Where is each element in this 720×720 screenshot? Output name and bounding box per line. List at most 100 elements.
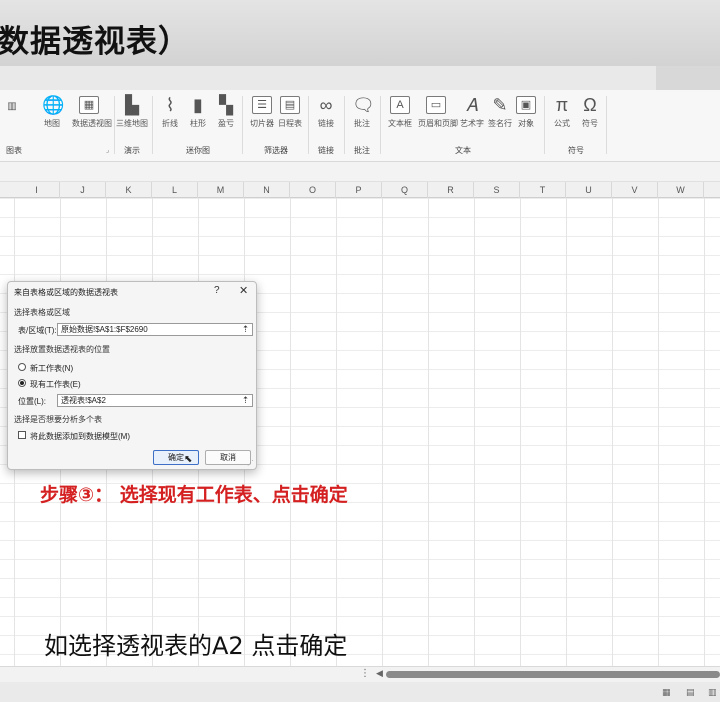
ribbon-comment-label: 批注 [354,119,370,128]
resize-grip-icon[interactable]: ⋰ [247,459,254,467]
normal-view-icon[interactable]: ▦ [662,687,671,698]
ribbon-separator [114,96,115,154]
ribbon-group-charts: 图表 [6,146,22,155]
column-header[interactable]: I [14,182,60,198]
collapse-range-icon[interactable]: ⇡ [239,324,252,335]
header-footer-icon: ▭ [426,96,446,114]
ribbon-separator [344,96,345,154]
range-input[interactable]: 原始数据!$A$1:$F$2690 ⇡ [57,323,253,336]
ribbon-separator [380,96,381,154]
cancel-button[interactable]: 取消 [205,450,251,465]
mouse-pointer-icon: ⬉ [184,454,193,465]
column-header[interactable]: T [520,182,566,198]
ribbon-group-symbols: 符号 [568,146,584,155]
status-bar: ▦ ▤ ▥ [0,682,720,702]
object-icon: ▣ [516,96,536,114]
ribbon-header-footer-label: 页眉和页脚 [418,119,458,128]
column-header[interactable]: P [336,182,382,198]
ribbon-map-label: 地图 [44,119,60,128]
dialog-launcher-icon[interactable]: ⌟ [106,146,109,154]
ribbon-comment-button[interactable]: 🗨 批注 [346,96,378,129]
ribbon-separator [544,96,545,154]
ribbon-link-button[interactable]: ∞ 链接 [310,96,342,129]
video-subtitle: 如选择透视表的A2 点击确定 [44,632,348,660]
sparkline-line-icon: ⌇ [165,95,175,115]
column-headers: I J K L M N O P Q R S T U V W [0,182,720,198]
ribbon-pivot-chart-label: 数据透视图 [72,119,112,128]
range-input-value: 原始数据!$A$1:$F$2690 [61,325,148,334]
column-header[interactable]: R [428,182,474,198]
link-icon: ∞ [319,95,333,115]
ribbon-group-sparklines: 迷你图 [186,146,210,155]
sparkline-column-icon: ▮ [193,95,203,115]
formula-bar-area [0,162,720,182]
section-multi-heading: 选择是否想要分析多个表 [14,415,102,424]
ribbon-pivot-chart-button[interactable]: ▦ 数据透视图 [72,96,112,129]
horizontal-scrollbar[interactable] [386,671,720,678]
map-icon: 🌐 [42,95,65,115]
more-options-icon[interactable]: ⋮ [360,667,370,681]
column-header[interactable]: O [290,182,336,198]
page-break-view-icon[interactable]: ▥ [708,687,717,698]
ribbon-textbox-button[interactable]: A 文本框 [384,96,416,129]
chart-type-icon: ▥ [7,101,17,112]
ribbon-separator [606,96,607,154]
ribbon-link-label: 链接 [318,119,334,128]
existing-worksheet-label[interactable]: 现有工作表(E) [30,379,81,390]
dialog-title: 来自表格或区域的数据透视表 [14,288,118,297]
column-header[interactable]: J [60,182,106,198]
ribbon-group-links: 链接 [318,146,334,155]
help-icon[interactable]: ? [214,285,220,296]
ribbon-object-label: 对象 [518,119,534,128]
collapse-location-icon[interactable]: ⇡ [239,395,252,406]
data-model-checkbox[interactable] [18,431,26,439]
location-input[interactable]: 透视表!$A$2 ⇡ [57,394,253,407]
title-strip-right [656,66,720,90]
column-header[interactable]: U [566,182,612,198]
column-header[interactable]: Q [382,182,428,198]
ribbon-timeline-label: 日程表 [278,119,302,128]
ribbon: ▥ 🌐 地图 ▦ 数据透视图 图表 ⌟ ▙ 三维地图 演示 ⌇ 折线 ▮ 柱形 … [0,90,720,162]
pivot-table-dialog: 来自表格或区域的数据透视表 ? ✕ 选择表格或区域 表/区域(T): 原始数据!… [7,281,257,470]
step-caption: 步骤③： 选择现有工作表、点击确定 [40,484,348,506]
column-header[interactable]: N [244,182,290,198]
ribbon-group-text: 文本 [455,146,471,155]
section-location-heading: 选择放置数据透视表的位置 [14,345,110,354]
close-icon[interactable]: ✕ [239,284,248,297]
page-layout-view-icon[interactable]: ▤ [686,687,695,698]
column-header[interactable]: W [658,182,704,198]
title-strip [0,66,656,90]
scroll-left-icon[interactable]: ◀ [376,668,383,679]
ribbon-symbol-button[interactable]: Ω 符号 [574,96,606,129]
comment-icon: 🗨 [352,95,375,115]
pivot-chart-icon: ▦ [79,96,99,114]
ribbon-object-button[interactable]: ▣ 对象 [510,96,542,129]
ribbon-group-comments: 批注 [354,146,370,155]
3d-map-icon: ▙ [125,95,139,115]
column-header[interactable]: S [474,182,520,198]
column-header[interactable]: L [152,182,198,198]
new-worksheet-label[interactable]: 新工作表(N) [30,363,73,374]
ribbon-3d-map-button[interactable]: ▙ 三维地图 [116,96,148,129]
ribbon-timeline-button[interactable]: ▤ 日程表 [274,96,306,129]
ribbon-header-footer-button[interactable]: ▭ 页眉和页脚 [418,96,458,129]
new-worksheet-radio[interactable] [18,363,26,371]
ribbon-sparkline-winloss-label: 盈亏 [218,119,234,128]
column-header[interactable]: V [612,182,658,198]
column-header[interactable]: K [106,182,152,198]
column-header[interactable]: M [198,182,244,198]
timeline-icon: ▤ [280,96,300,114]
ribbon-sparkline-winloss-button[interactable]: ▚ 盈亏 [210,96,242,129]
section-source-heading: 选择表格或区域 [14,308,70,317]
ribbon-3d-map-label: 三维地图 [116,119,148,128]
ribbon-chart-mini-buttons[interactable]: ▥ [2,98,18,116]
existing-worksheet-radio[interactable] [18,379,26,387]
ribbon-separator [152,96,153,154]
location-input-value: 透视表!$A$2 [61,396,106,405]
data-model-label[interactable]: 将此数据添加到数据模型(M) [30,431,130,442]
ribbon-map-button[interactable]: 🌐 地图 [36,96,68,129]
wordart-icon: 𝐴 [466,95,478,115]
ribbon-separator [242,96,243,154]
range-label: 表/区域(T): [18,326,57,335]
ribbon-symbol-label: 符号 [582,119,598,128]
